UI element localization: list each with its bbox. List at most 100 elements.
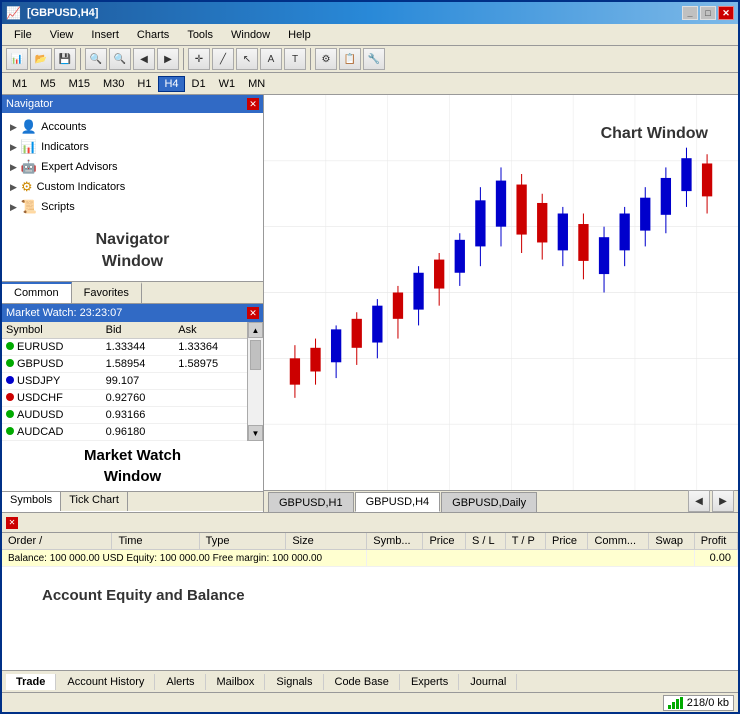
bar3 (676, 699, 679, 709)
col-type: Type (199, 533, 286, 550)
tf-m30[interactable]: M30 (97, 76, 130, 92)
prop-btn[interactable]: 🔧 (363, 48, 385, 70)
chart-tab-nav: ◀ ▶ (688, 490, 738, 512)
mw-bid-audusd: 0.93166 (102, 407, 247, 424)
menu-window[interactable]: Window (223, 27, 278, 43)
chart-tab-daily[interactable]: GBPUSD,Daily (441, 492, 537, 512)
mw-row-audcad[interactable]: AUDCAD 0.96180 (2, 424, 247, 441)
market-watch-title: Market Watch: 23:23:07 (6, 307, 122, 319)
tree-indicators[interactable]: ▶ 📊 Indicators (2, 137, 263, 157)
zoom-out-btn[interactable]: 🔍 (109, 48, 131, 70)
zoom-in-btn[interactable]: 🔍 (85, 48, 107, 70)
maximize-button[interactable]: □ (700, 6, 716, 20)
mw-symbol-eurusd: EURUSD (2, 339, 102, 356)
tf-w1[interactable]: W1 (213, 76, 242, 92)
tab-experts[interactable]: Experts (401, 674, 459, 690)
tree-scripts[interactable]: ▶ 📜 Scripts (2, 197, 263, 217)
tab-journal[interactable]: Journal (460, 674, 517, 690)
tree-accounts[interactable]: ▶ 👤 Accounts (2, 117, 263, 137)
menu-file[interactable]: File (6, 27, 40, 43)
navigator-close-btn[interactable]: ✕ (247, 98, 259, 110)
arrow-btn[interactable]: ↖ (236, 48, 258, 70)
menu-charts[interactable]: Charts (129, 27, 177, 43)
menu-tools[interactable]: Tools (179, 27, 221, 43)
mw-tab-tick-chart[interactable]: Tick Chart (61, 492, 128, 511)
balance-text: Balance: 100 000.00 USD Equity: 100 000.… (2, 550, 367, 567)
terminal-close-btn[interactable]: ✕ (6, 517, 18, 529)
dot-eurusd (6, 342, 14, 350)
navigator-window-label: NavigatorWindow (96, 229, 170, 274)
menu-help[interactable]: Help (280, 27, 319, 43)
market-watch-close-btn[interactable]: ✕ (247, 307, 259, 319)
mw-row-usdjpy[interactable]: USDJPY 99.107 (2, 373, 247, 390)
dot-audcad (6, 427, 14, 435)
tf-m5[interactable]: M5 (34, 76, 61, 92)
tf-d1[interactable]: D1 (186, 76, 212, 92)
status-bar: 218/0 kb (2, 692, 738, 712)
mw-row-audusd[interactable]: AUDUSD 0.93166 (2, 407, 247, 424)
expert-btn[interactable]: ⚙ (315, 48, 337, 70)
navigator-title: Navigator (6, 98, 53, 110)
main-window: 📈 [GBPUSD,H4] _ □ ✕ File View Insert Cha… (0, 0, 740, 714)
tf-mn[interactable]: MN (242, 76, 271, 92)
chart-tab-h4[interactable]: GBPUSD,H4 (355, 492, 441, 512)
mw-row-usdchf[interactable]: USDCHF 0.92760 (2, 390, 247, 407)
timeframe-bar: M1 M5 M15 M30 H1 H4 D1 W1 MN (2, 73, 738, 95)
indicators-label: Indicators (41, 141, 89, 153)
tab-codebase[interactable]: Code Base (325, 674, 400, 690)
market-watch-header: Market Watch: 23:23:07 ✕ (2, 304, 263, 322)
tab-trade[interactable]: Trade (6, 674, 56, 690)
tf-m15[interactable]: M15 (63, 76, 96, 92)
menu-insert[interactable]: Insert (83, 27, 127, 43)
navigator-window-label-area: NavigatorWindow (2, 221, 263, 281)
text-btn[interactable]: A (260, 48, 282, 70)
tab-scroll-right[interactable]: ▶ (712, 490, 734, 512)
tab-account-history[interactable]: Account History (57, 674, 155, 690)
tree-expert-advisors[interactable]: ▶ 🤖 Expert Advisors (2, 157, 263, 177)
save-btn[interactable]: 💾 (54, 48, 76, 70)
nav-tab-common[interactable]: Common (2, 282, 72, 303)
chart-background[interactable]: Chart Window (264, 95, 738, 490)
period-btn[interactable]: T (284, 48, 306, 70)
scroll-btn[interactable]: ◀ (133, 48, 155, 70)
menu-view[interactable]: View (42, 27, 82, 43)
tf-h4[interactable]: H4 (158, 76, 184, 92)
connection-indicator: 218/0 kb (663, 695, 734, 711)
tab-mailbox[interactable]: Mailbox (207, 674, 266, 690)
open-btn[interactable]: 📂 (30, 48, 52, 70)
scroll-thumb[interactable] (250, 340, 261, 370)
chart-tab-h1[interactable]: GBPUSD,H1 (268, 492, 354, 512)
scroll-up-btn[interactable]: ▲ (248, 322, 263, 338)
scroll-right-btn[interactable]: ▶ (157, 48, 179, 70)
nav-tab-favorites[interactable]: Favorites (72, 282, 142, 303)
mw-symbol-audusd: AUDUSD (2, 407, 102, 424)
tf-m1[interactable]: M1 (6, 76, 33, 92)
mw-ask-eurusd: 1.33364 (174, 339, 247, 356)
mw-row-gbpusd[interactable]: GBPUSD 1.58954 1.58975 (2, 356, 247, 373)
line-btn[interactable]: ╱ (212, 48, 234, 70)
title-text: [GBPUSD,H4] (27, 7, 99, 19)
tab-alerts[interactable]: Alerts (156, 674, 205, 690)
mw-row-eurusd[interactable]: EURUSD 1.33344 1.33364 (2, 339, 247, 356)
tf-h1[interactable]: H1 (131, 76, 157, 92)
dot-usdjpy (6, 376, 14, 384)
navigator-tabs: Common Favorites (2, 281, 263, 303)
tab-scroll-left[interactable]: ◀ (688, 490, 710, 512)
menu-bar: File View Insert Charts Tools Window Hel… (2, 24, 738, 46)
mw-tab-symbols[interactable]: Symbols (2, 492, 61, 511)
bottom-toolbar: ✕ (2, 513, 738, 533)
new-chart-btn[interactable]: 📊 (6, 48, 28, 70)
close-button[interactable]: ✕ (718, 6, 734, 20)
crosshair-btn[interactable]: ✛ (188, 48, 210, 70)
tab-signals[interactable]: Signals (266, 674, 323, 690)
expand-icon-4: ▶ (10, 182, 17, 193)
col-symbol: Symbol (2, 322, 102, 339)
signal-bars-icon (668, 697, 683, 709)
tree-custom-indicators[interactable]: ▶ ⚙ Custom Indicators (2, 177, 263, 197)
market-watch-scrollbar[interactable]: ▲ ▼ (247, 322, 263, 441)
candlestick-chart (264, 95, 738, 490)
template-btn[interactable]: 📋 (339, 48, 361, 70)
minimize-button[interactable]: _ (682, 6, 698, 20)
scroll-down-btn[interactable]: ▼ (248, 425, 263, 441)
mw-symbol-gbpusd: GBPUSD (2, 356, 102, 373)
